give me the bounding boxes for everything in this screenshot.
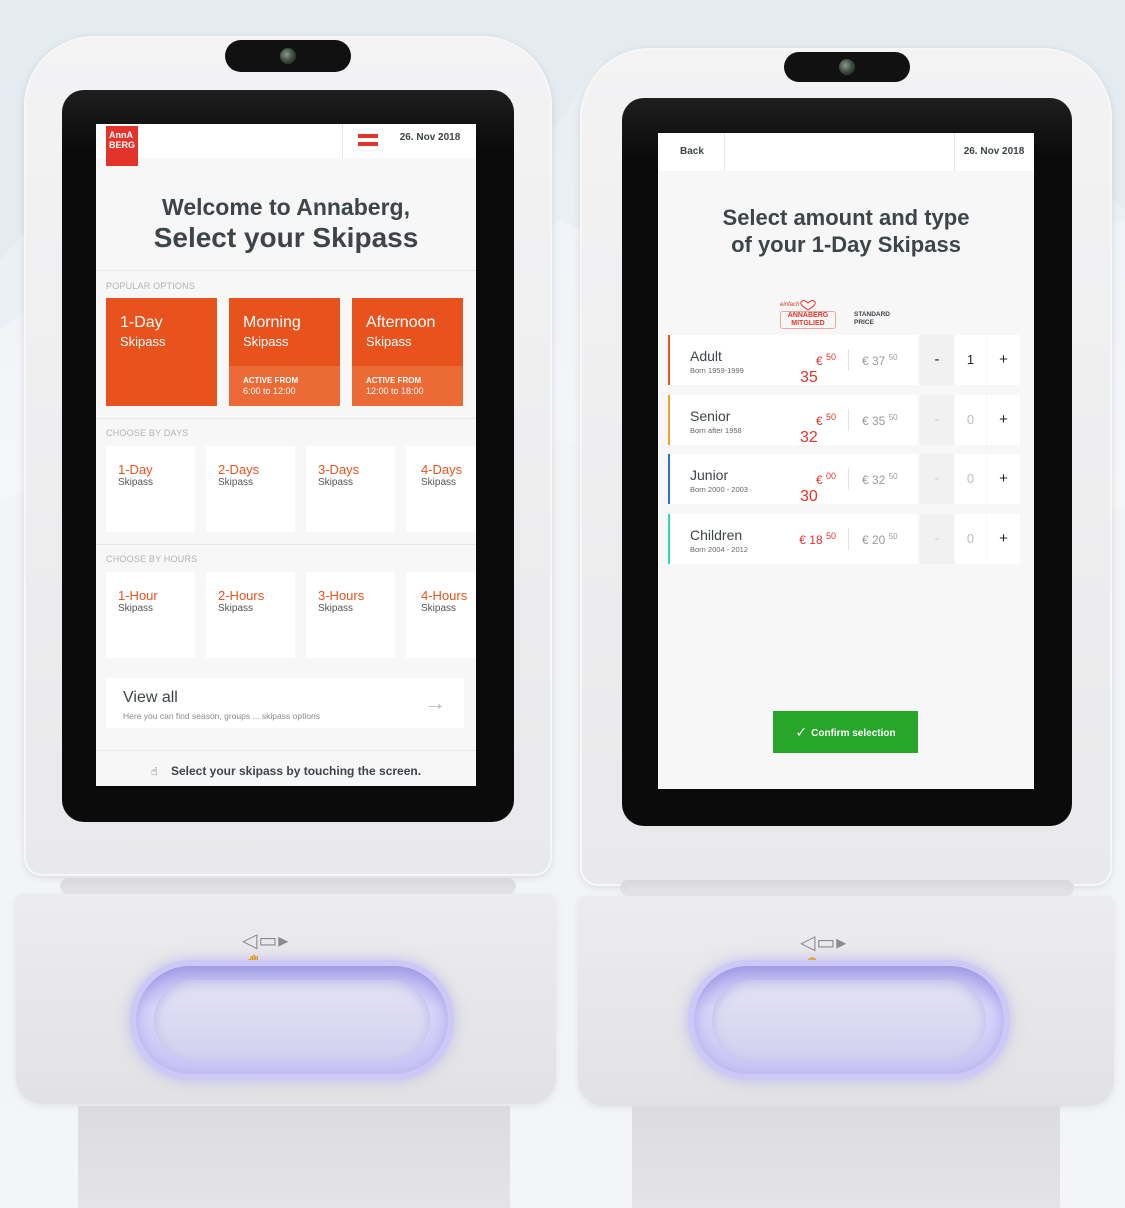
kiosk-stand [78,1106,510,1208]
standard-price: € 35 50 [862,413,898,428]
member-price-euros: 30 [800,488,818,505]
touch-hint: ☝ Select your skipass by touching the sc… [150,764,422,778]
confirm-selection-button[interactable]: ✓ Confirm selection [773,711,918,753]
quantity-value: 0 [955,514,986,564]
category-color-bar [668,514,670,564]
decrease-button[interactable]: - [920,454,954,504]
arrow-right-icon: → [424,690,446,715]
view-all-button[interactable]: View all Here you can find season, group… [106,678,464,728]
category-name: Senior [690,408,731,424]
category-name: Junior [690,467,729,483]
quantity-value: 0 [955,395,986,445]
increase-button[interactable]: + [987,514,1020,564]
decrease-button[interactable]: - [920,514,954,564]
member-price-euros: 35 [800,369,818,386]
category-name: Adult [690,348,722,364]
increase-button[interactable]: + [987,335,1020,385]
skipass-row-junior: Junior Born 2000 - 2003 € 00 € 32 50 -0 + [668,454,1020,504]
decrease-button[interactable]: - [920,395,954,445]
hours-3-tile[interactable]: 3-Hours Skipass [306,572,395,658]
row-info: Children Born 2004 - 2012 € 18 50 € 20 50 [668,514,918,564]
skipass-row-senior: Senior Born after 1958 € 50 € 35 50 -0 + [668,395,1020,445]
standard-price: € 32 50 [862,472,898,487]
choose-by-hours-label: CHOOSE BY HOURS [106,554,198,564]
hours-4-tile[interactable]: 4-Hours Skipass [406,572,476,658]
choose-by-days-label: CHOOSE BY DAYS [106,428,189,438]
member-price: € 50 [815,412,836,428]
category-color-bar [668,454,670,504]
birth-range: Born 1959-1999 [690,366,744,375]
welcome-title: Welcome to Annaberg, [162,194,410,220]
popular-options-label: POPULAR OPTIONS [106,281,196,291]
standard-price: € 37 50 [862,353,898,368]
quantity-value: 1 [955,335,986,385]
member-price: € 00 [815,471,836,487]
days-3-tile[interactable]: 3-Days Skipass [306,446,395,532]
row-info: Adult Born 1959-1999 € 50 € 37 50 [668,335,918,385]
category-color-bar [668,395,670,445]
heart-icon [800,300,816,311]
annaberg-logo: AnnA BERG [106,126,138,166]
skipass-row-children: Children Born 2004 - 2012 € 18 50 € 20 50 -0… [668,514,1020,564]
hours-2-tile[interactable]: 2-Hours Skipass [206,572,295,658]
days-1-tile[interactable]: 1-Day Skipass [106,446,195,532]
member-price-euros: 32 [800,429,818,446]
select-amount-title: Select amount and type [722,205,970,230]
date-label: 26. Nov 2018 [399,132,461,143]
decrease-button[interactable]: - [920,335,954,385]
back-button[interactable]: Back [680,146,704,157]
birth-range: Born 2000 - 2003 [690,485,748,494]
increase-button[interactable]: + [987,454,1020,504]
increase-button[interactable]: + [987,395,1020,445]
date-label: 26. Nov 2018 [963,146,1025,157]
standard-price-header: STANDARD PRICE [854,311,890,326]
days-2-tile[interactable]: 2-Days Skipass [206,446,295,532]
row-info: Senior Born after 1958 € 50 € 35 50 [668,395,918,445]
hours-1-tile[interactable]: 1-Hour Skipass [106,572,195,658]
popular-1-day-tile[interactable]: 1-Day Skipass [106,298,217,406]
kiosk-stand [632,1106,1060,1208]
category-name: Children [690,527,743,543]
category-color-bar [668,335,670,385]
birth-range: Born 2004 - 2012 [690,545,748,554]
quantity-value: 0 [955,454,986,504]
camera-icon [225,40,351,72]
birth-range: Born after 1958 [690,426,742,435]
left-screen: AnnA BERG 26. Nov 2018 Welcome to Annabe… [96,124,476,786]
row-info: Junior Born 2000 - 2003 € 00 € 32 50 [668,454,918,504]
select-skipass-title: Select your Skipass [153,222,419,253]
days-4-tile[interactable]: 4-Days Skipass [406,446,476,532]
skipass-type-title: of your 1-Day Skipass [731,232,961,257]
member-price: € 50 [815,352,836,368]
checkmark-icon: ✓ [795,724,808,740]
member-price-header: einfach ANNABERG MITGLIED [780,299,836,329]
popular-afternoon-tile[interactable]: Afternoon Skipass ACTIVE FROM 12:00 to 1… [352,298,463,406]
member-price: € 18 50 [799,531,836,547]
card-reader[interactable] [694,966,1004,1074]
right-screen: Back 26. Nov 2018 Select amount and type… [658,133,1034,789]
popular-morning-tile[interactable]: Morning Skipass ACTIVE FROM 6:00 to 12:0… [229,298,340,406]
skipass-row-adult: Adult Born 1959-1999 € 50 € 37 50 -1 + [668,335,1020,385]
language-flag-icon[interactable] [358,134,378,146]
card-reader[interactable] [136,966,448,1074]
pointer-hand-icon: ☝ [150,766,158,778]
camera-icon [784,52,910,82]
standard-price: € 20 50 [862,532,898,547]
